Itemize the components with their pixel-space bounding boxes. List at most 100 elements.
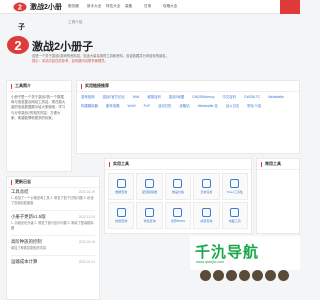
breadcrumb[interactable]: 工具介绍 <box>68 20 82 25</box>
link-item[interactable]: 激战2官方论坛 <box>103 94 125 101</box>
news-item-title[interactable]: 小册子更新v1.5版 <box>11 214 46 220</box>
avatar[interactable] <box>213 270 224 281</box>
page-title: 激战2小册子 <box>32 41 94 53</box>
news-item[interactable]: 工具总结 2023-04-19 1. 增加了一个价格查询工具 2. 修复了若干已知… <box>7 188 99 208</box>
tool-label: 日常任务 <box>200 190 213 194</box>
news-item-date: 2023-04-19 <box>78 190 95 194</box>
svg-text:2: 2 <box>14 38 21 53</box>
news-item-title[interactable]: 运输成本计算 <box>11 259 37 265</box>
hero-logo-icon: 2 <box>7 36 29 54</box>
side-card: 常用工具 <box>256 158 300 234</box>
tool-tile[interactable]: 数据查询 <box>108 173 135 200</box>
link-item[interactable]: GW2Efficiency <box>192 94 214 101</box>
tool-tile[interactable]: 地图工具 <box>221 202 248 229</box>
tool-tile[interactable]: 世界BOSS <box>164 202 192 229</box>
tool-label: Timer工具集 <box>226 190 244 194</box>
link-item[interactable]: 维基百科 <box>147 94 161 101</box>
link-item[interactable]: Metabattle 站 <box>198 103 218 110</box>
link-item[interactable]: 职业介绍 <box>247 103 261 110</box>
hero-description: 这是一个关于激战2游戏的资料站，包含大量实用的工具和资料，欢迎收藏并分享给你的朋… <box>32 54 202 64</box>
tool-icon <box>173 179 183 188</box>
tool-label: 世界BOSS <box>170 219 186 223</box>
menu-item[interactable]: 新手大全 <box>87 4 106 9</box>
tool-icon <box>173 208 183 217</box>
link-item[interactable]: Wiki <box>133 94 139 101</box>
link-item[interactable]: 活动日历 <box>158 103 172 110</box>
tool-icon <box>116 179 126 188</box>
avatar[interactable] <box>239 270 250 281</box>
link-item[interactable]: PvP <box>144 103 150 110</box>
site-logo-icon[interactable]: 2 <box>13 2 27 12</box>
avatar[interactable] <box>265 270 276 281</box>
news-item-title[interactable]: 高阶种族的控制 <box>11 239 42 245</box>
news-title: 更新日志 <box>15 179 31 184</box>
main-menu: 服务器 新手大全 特性大全 装备 日常 攻略大全 <box>68 4 182 9</box>
tool-label: 物品价格 <box>171 190 184 194</box>
link-item[interactable]: 攻略站 <box>179 103 189 110</box>
news-item-title[interactable]: 工具总结 <box>11 189 29 195</box>
news-item[interactable]: 运输成本计算 2022-01-01 <box>7 258 99 267</box>
banner-text: 千氿导航 <box>195 244 260 261</box>
news-card: 更新日志 工具总结 2023-04-19 1. 增加了一个价格查询工具 2. 修复… <box>6 176 100 300</box>
tool-icon <box>145 208 155 217</box>
tool-icon <box>145 179 155 188</box>
links-card: 实用链接推荐 游戏官网 激战2官方论坛 Wiki 维基百科 激战2地图 GW2E… <box>76 80 300 154</box>
menu-item[interactable]: 攻略大全 <box>163 4 182 9</box>
link-item[interactable]: 副本攻略 <box>106 103 120 110</box>
news-item-body: 1. 功能优化升级 2. 修复了部分显示问题 3. 新增了配装模拟器 <box>11 221 94 230</box>
news-item-body: 1. 增加了一个价格查询工具 2. 修复了若干已知问题 3. 优化了页面加载速度 <box>11 196 94 205</box>
news-item[interactable]: 小册子更新v1.5版 2022-12-04 1. 功能优化升级 2. 修复了部分显… <box>7 213 99 233</box>
about-title: 工具简介 <box>15 83 31 88</box>
news-item-date: 2022-01-16 <box>78 240 95 244</box>
link-item[interactable]: 中文百科 <box>222 94 236 101</box>
links-title: 实用链接推荐 <box>85 83 109 88</box>
tool-icon <box>230 179 240 188</box>
link-item[interactable]: 游戏官网 <box>81 94 95 101</box>
tool-icon <box>201 179 211 188</box>
tool-label: 成就查询 <box>200 219 213 223</box>
tool-label: 地图工具 <box>228 219 241 223</box>
top-navbar: 2 激战2小册 服务器 新手大全 特性大全 装备 日常 攻略大全 <box>0 0 300 14</box>
tool-label: 特性查询 <box>143 219 156 223</box>
avatar[interactable] <box>278 270 289 281</box>
avatar[interactable] <box>226 270 237 281</box>
menu-item[interactable]: 装备 <box>125 4 144 9</box>
tool-tile[interactable]: 物品价格 <box>164 173 192 200</box>
link-item[interactable]: 激战2地图 <box>169 94 184 101</box>
tool-icon <box>201 208 211 217</box>
tool-tile[interactable]: 成就查询 <box>193 202 220 229</box>
nav-action-button[interactable] <box>280 0 300 14</box>
link-item[interactable]: 战斗日志 <box>226 103 240 110</box>
news-item-date: 2022-01-01 <box>78 260 95 264</box>
avatar[interactable] <box>252 270 263 281</box>
about-text: 小册子是一个关于激战2的一个数据库与信息整合网站工具站，现在能大量的信息数据展示… <box>11 95 66 120</box>
svg-text:2: 2 <box>18 5 22 12</box>
menu-item[interactable]: 服务器 <box>68 4 87 9</box>
tools-card: 实用工具 数据查询 配装模拟器 物品价格 日常任务 Timer工具集 技能查询 … <box>104 158 252 234</box>
menu-item[interactable]: 特性大全 <box>106 4 125 9</box>
tool-icon <box>116 208 126 217</box>
site-brand[interactable]: 激战2小册 <box>30 2 62 12</box>
tool-tile[interactable]: Timer工具集 <box>221 173 248 200</box>
link-item[interactable]: WvW <box>128 103 136 110</box>
menu-item[interactable]: 日常 <box>144 4 163 9</box>
banner-url: www.qianjiu.com <box>196 260 225 264</box>
promo-banner[interactable]: 千氿导航 www.qianjiu.com <box>190 236 300 270</box>
link-item[interactable]: 构建模拟器 <box>81 103 98 110</box>
news-item[interactable]: 高阶种族的控制 2022-01-16 增加了种族控制相关内容 <box>7 238 99 253</box>
tool-icon <box>230 208 240 217</box>
tool-tile[interactable]: 技能查询 <box>108 202 135 229</box>
tool-tile[interactable]: 配装模拟器 <box>136 173 163 200</box>
link-item[interactable]: Metabattle <box>268 94 284 101</box>
tool-tile[interactable]: 日常任务 <box>193 173 220 200</box>
link-item[interactable]: GW2BLTC <box>244 94 260 101</box>
side-title: 常用工具 <box>265 161 281 166</box>
hero-note: 提示：本站内容仅供参考，如有疑问请联系管理员。 <box>32 59 108 63</box>
avatar[interactable] <box>200 270 211 281</box>
about-card: 工具简介 小册子是一个关于激战2的一个数据库与信息整合网站工具站，现在能大量的信… <box>6 80 72 172</box>
tool-label: 技能查询 <box>115 219 128 223</box>
tools-grid: 数据查询 配装模拟器 物品价格 日常任务 Timer工具集 技能查询 特性查询 … <box>105 170 251 232</box>
news-item-date: 2022-12-04 <box>78 215 95 219</box>
tool-tile[interactable]: 特性查询 <box>136 202 163 229</box>
tool-label: 数据查询 <box>115 190 128 194</box>
